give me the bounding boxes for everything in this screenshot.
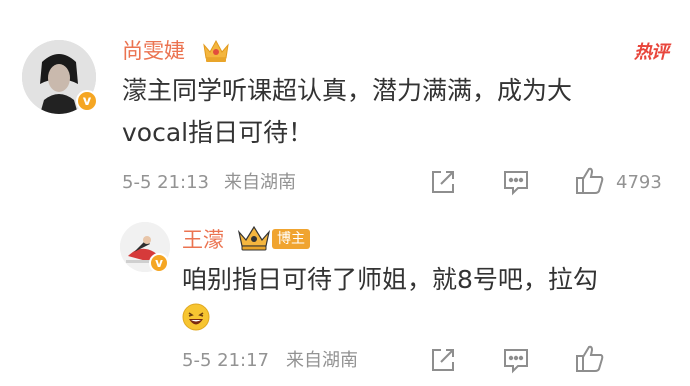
reply-location: 来自湖南 bbox=[286, 350, 358, 371]
crown-icon bbox=[201, 36, 231, 64]
verified-v-icon: v bbox=[76, 90, 98, 112]
comment-icon[interactable] bbox=[501, 167, 531, 197]
comment-time: 5-5 21:13 bbox=[122, 172, 209, 193]
comment-location: 来自湖南 bbox=[224, 172, 296, 193]
replier-name[interactable]: 王濛 bbox=[182, 227, 224, 253]
like-icon[interactable] bbox=[574, 343, 606, 375]
comment-icon[interactable] bbox=[501, 345, 531, 375]
laughing-emoji-icon bbox=[182, 303, 210, 331]
like-count: 4793 bbox=[616, 172, 662, 193]
comment-text-line1: 濛主同学听课超认真，潜力满满，成为大 bbox=[122, 76, 573, 105]
hot-comment-label: 热评 bbox=[634, 42, 669, 63]
share-icon[interactable] bbox=[428, 345, 458, 375]
comment-text-line2: vocal指日可待！ bbox=[122, 118, 314, 147]
reply-text: 咱别指日可待了师姐，就8号吧，拉勾 bbox=[182, 265, 598, 294]
commenter-name[interactable]: 尚雯婕 bbox=[122, 38, 185, 64]
reply-time: 5-5 21:17 bbox=[182, 350, 269, 371]
verified-v-icon: v bbox=[149, 253, 169, 273]
like-icon[interactable] bbox=[574, 165, 606, 197]
crown-icon bbox=[236, 224, 272, 252]
share-icon[interactable] bbox=[428, 167, 458, 197]
blogger-badge: 博主 bbox=[272, 229, 310, 249]
